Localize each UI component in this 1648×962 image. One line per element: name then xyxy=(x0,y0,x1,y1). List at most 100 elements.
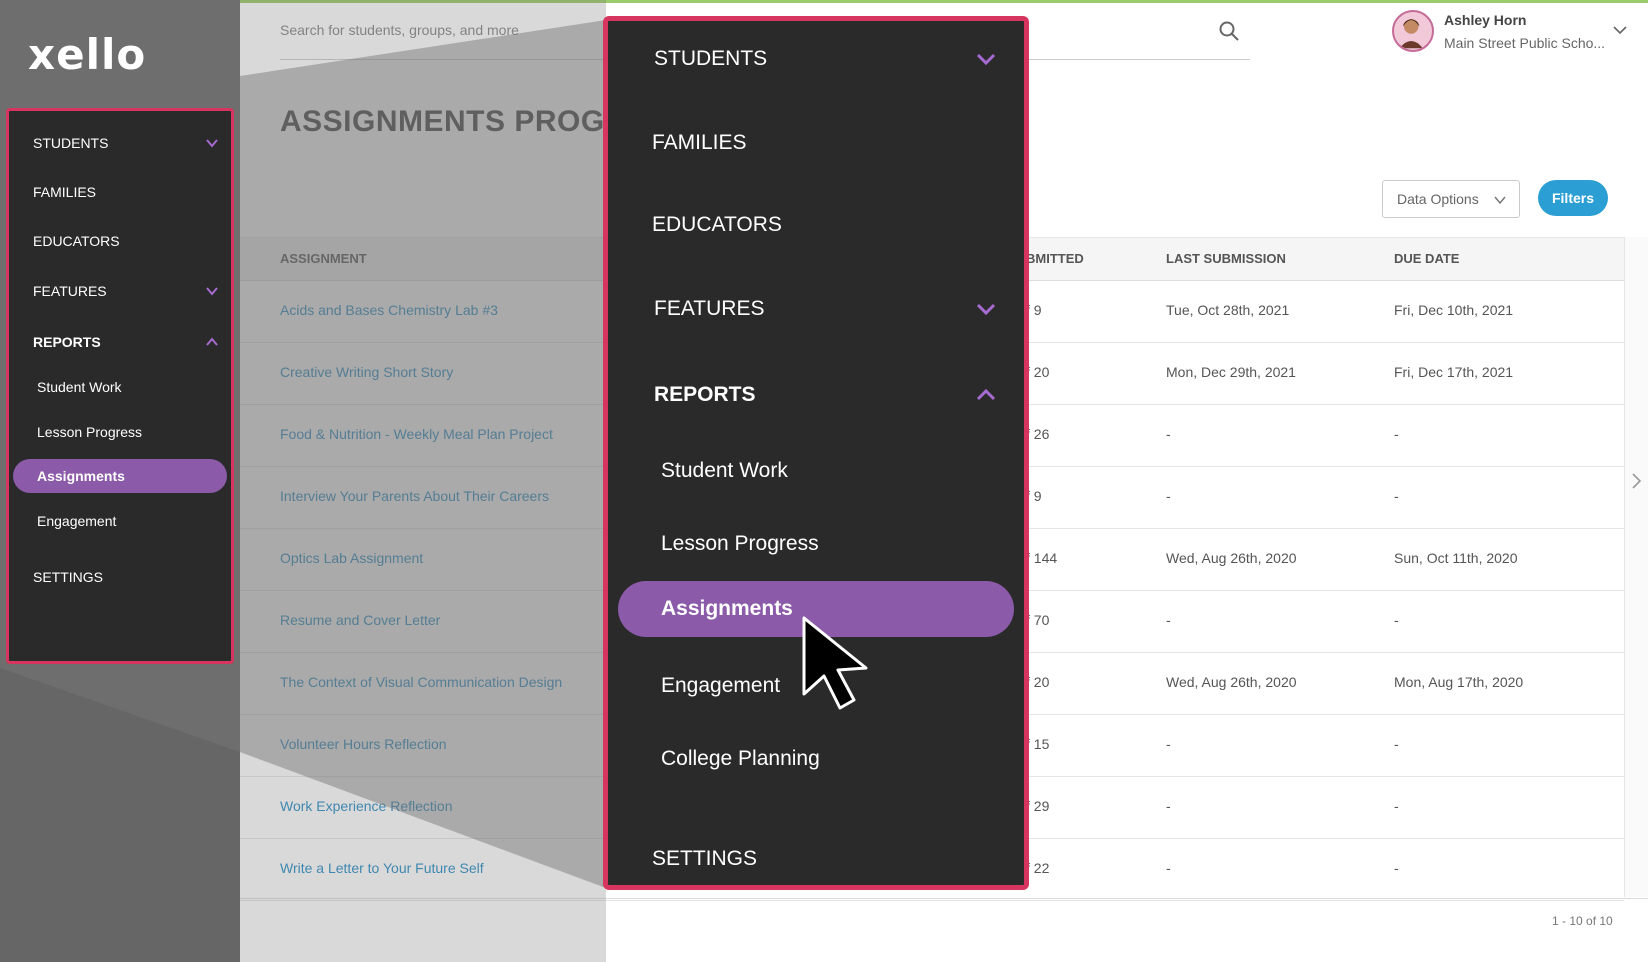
last-submission: Mon, Dec 29th, 2021 xyxy=(1166,364,1296,380)
sidebar-item-label: Engagement xyxy=(37,513,117,529)
zoom-item-students[interactable]: STUDENTS xyxy=(608,35,1024,83)
zoom-item-label: FAMILIES xyxy=(652,131,747,154)
chevron-down-icon xyxy=(206,139,218,148)
zoom-item-reports[interactable]: REPORTS xyxy=(608,371,1024,419)
page-title: ASSIGNMENTS PROGR xyxy=(280,105,627,138)
assignment-link[interactable]: The Context of Visual Communication Desi… xyxy=(280,674,562,690)
submitted-count: f 70 xyxy=(1026,612,1050,628)
zoom-item-label: Student Work xyxy=(661,459,788,482)
search-input[interactable]: Search for students, groups, and more xyxy=(280,22,519,38)
sidebar-item-educators[interactable]: EDUCATORS xyxy=(9,223,231,259)
last-submission: - xyxy=(1166,860,1171,876)
column-header-assignment[interactable]: ASSIGNMENT xyxy=(280,251,367,266)
column-header-submitted[interactable]: BMITTED xyxy=(1026,251,1084,266)
submitted-count: f 22 xyxy=(1026,860,1050,876)
sidebar-item-student-work[interactable]: Student Work xyxy=(9,369,231,405)
sidebar-item-label: Lesson Progress xyxy=(37,424,143,440)
last-submission: - xyxy=(1166,426,1171,442)
assignment-link[interactable]: Volunteer Hours Reflection xyxy=(280,736,447,752)
sidebar-item-label: EDUCATORS xyxy=(33,233,120,249)
assignment-link[interactable]: Write a Letter to Your Future Self xyxy=(280,860,484,876)
chevron-down-icon[interactable] xyxy=(1612,22,1628,38)
sidebar-item-reports[interactable]: REPORTS xyxy=(9,324,231,360)
sidebar-item-label: Assignments xyxy=(37,468,125,484)
due-date: - xyxy=(1394,736,1399,752)
avatar[interactable] xyxy=(1392,10,1434,52)
submitted-count: f 26 xyxy=(1026,426,1050,442)
zoom-item-label: SETTINGS xyxy=(652,847,758,870)
chevron-down-icon xyxy=(976,53,996,66)
sidebar-item-families[interactable]: FAMILIES xyxy=(9,174,231,210)
chevron-down-icon xyxy=(206,287,218,296)
zoom-item-label: FEATURES xyxy=(654,297,765,320)
horizontal-scroll-panel[interactable] xyxy=(1624,237,1648,897)
sidebar-item-label: STUDENTS xyxy=(33,135,109,151)
user-name[interactable]: Ashley Horn xyxy=(1444,12,1526,28)
zoom-item-label: Lesson Progress xyxy=(661,532,819,555)
filters-button[interactable]: Filters xyxy=(1538,180,1608,216)
sidebar-item-label: FEATURES xyxy=(33,283,107,299)
zoom-item-college-planning[interactable]: College Planning xyxy=(608,735,1024,783)
assignment-link[interactable]: Creative Writing Short Story xyxy=(280,364,453,380)
chevron-down-icon xyxy=(1494,196,1506,205)
zoom-item-features[interactable]: FEATURES xyxy=(608,285,1024,333)
submitted-count: f 20 xyxy=(1026,674,1050,690)
search-icon[interactable] xyxy=(1218,20,1240,42)
last-submission: - xyxy=(1166,736,1171,752)
sidebar-item-settings[interactable]: SETTINGS xyxy=(9,559,231,595)
sidebar-item-label: REPORTS xyxy=(33,334,101,350)
chevron-up-icon xyxy=(976,388,996,401)
sidebar-item-assignments[interactable]: Assignments xyxy=(9,458,231,494)
data-options-dropdown[interactable]: Data Options xyxy=(1382,180,1520,218)
column-header-due-date[interactable]: DUE DATE xyxy=(1394,251,1459,266)
xello-logo[interactable]: xello xyxy=(28,30,146,79)
assignment-link[interactable]: Interview Your Parents About Their Caree… xyxy=(280,488,549,504)
zoom-item-label: STUDENTS xyxy=(654,47,768,70)
sidebar-item-features[interactable]: FEATURES xyxy=(9,273,231,309)
due-date: Fri, Dec 17th, 2021 xyxy=(1394,364,1514,380)
sidebar: xello STUDENTS FAMILIES EDUCATORS FEATUR… xyxy=(0,0,240,962)
assignment-link[interactable]: Optics Lab Assignment xyxy=(280,550,423,566)
cursor-arrow-icon xyxy=(802,616,868,710)
zoom-item-label: EDUCATORS xyxy=(652,213,782,236)
due-date: - xyxy=(1394,426,1399,442)
due-date: Mon, Aug 17th, 2020 xyxy=(1394,674,1524,690)
due-date: Fri, Dec 10th, 2021 xyxy=(1394,302,1514,318)
chevron-down-icon xyxy=(976,303,996,316)
zoom-item-settings[interactable]: SETTINGS xyxy=(608,835,1024,883)
sidebar-item-engagement[interactable]: Engagement xyxy=(9,503,231,539)
assignment-link[interactable]: Work Experience Reflection xyxy=(280,798,452,814)
last-submission: - xyxy=(1166,612,1171,628)
sidebar-item-label: SETTINGS xyxy=(33,569,104,585)
column-header-last-submission[interactable]: LAST SUBMISSION xyxy=(1166,251,1286,266)
zoom-item-educators[interactable]: EDUCATORS xyxy=(608,201,1024,249)
due-date: - xyxy=(1394,860,1399,876)
zoom-item-student-work[interactable]: Student Work xyxy=(608,447,1024,495)
last-submission: Wed, Aug 26th, 2020 xyxy=(1166,674,1297,690)
zoom-item-label: College Planning xyxy=(661,747,820,770)
divider xyxy=(240,898,1648,899)
user-school: Main Street Public Scho... xyxy=(1444,35,1606,51)
last-submission: Tue, Oct 28th, 2021 xyxy=(1166,302,1290,318)
assignment-link[interactable]: Resume and Cover Letter xyxy=(280,612,440,628)
zoom-item-label: REPORTS xyxy=(654,383,756,406)
due-date: - xyxy=(1394,488,1399,504)
due-date: - xyxy=(1394,798,1399,814)
top-accent-bar xyxy=(0,0,1648,3)
due-date: Sun, Oct 11th, 2020 xyxy=(1394,550,1518,566)
submitted-count: f 15 xyxy=(1026,736,1050,752)
sidebar-item-label: Student Work xyxy=(37,379,122,395)
chevron-right-icon[interactable] xyxy=(1628,472,1644,490)
zoom-item-lesson-progress[interactable]: Lesson Progress xyxy=(608,520,1024,568)
assignment-link[interactable]: Food & Nutrition - Weekly Meal Plan Proj… xyxy=(280,426,553,442)
sidebar-item-lesson-progress[interactable]: Lesson Progress xyxy=(9,414,231,450)
zoomed-menu-callout: STUDENTS FAMILIES EDUCATORS FEATURES REP… xyxy=(603,16,1029,890)
last-submission: - xyxy=(1166,488,1171,504)
sidebar-item-students[interactable]: STUDENTS xyxy=(9,125,231,161)
assignment-link[interactable]: Acids and Bases Chemistry Lab #3 xyxy=(280,302,498,318)
sidebar-menu-highlight: STUDENTS FAMILIES EDUCATORS FEATURES REP… xyxy=(6,108,234,664)
zoom-item-families[interactable]: FAMILIES xyxy=(608,119,1024,167)
submitted-count: f 20 xyxy=(1026,364,1050,380)
due-date: - xyxy=(1394,612,1399,628)
pagination-info: 1 - 10 of 10 xyxy=(1552,914,1613,928)
